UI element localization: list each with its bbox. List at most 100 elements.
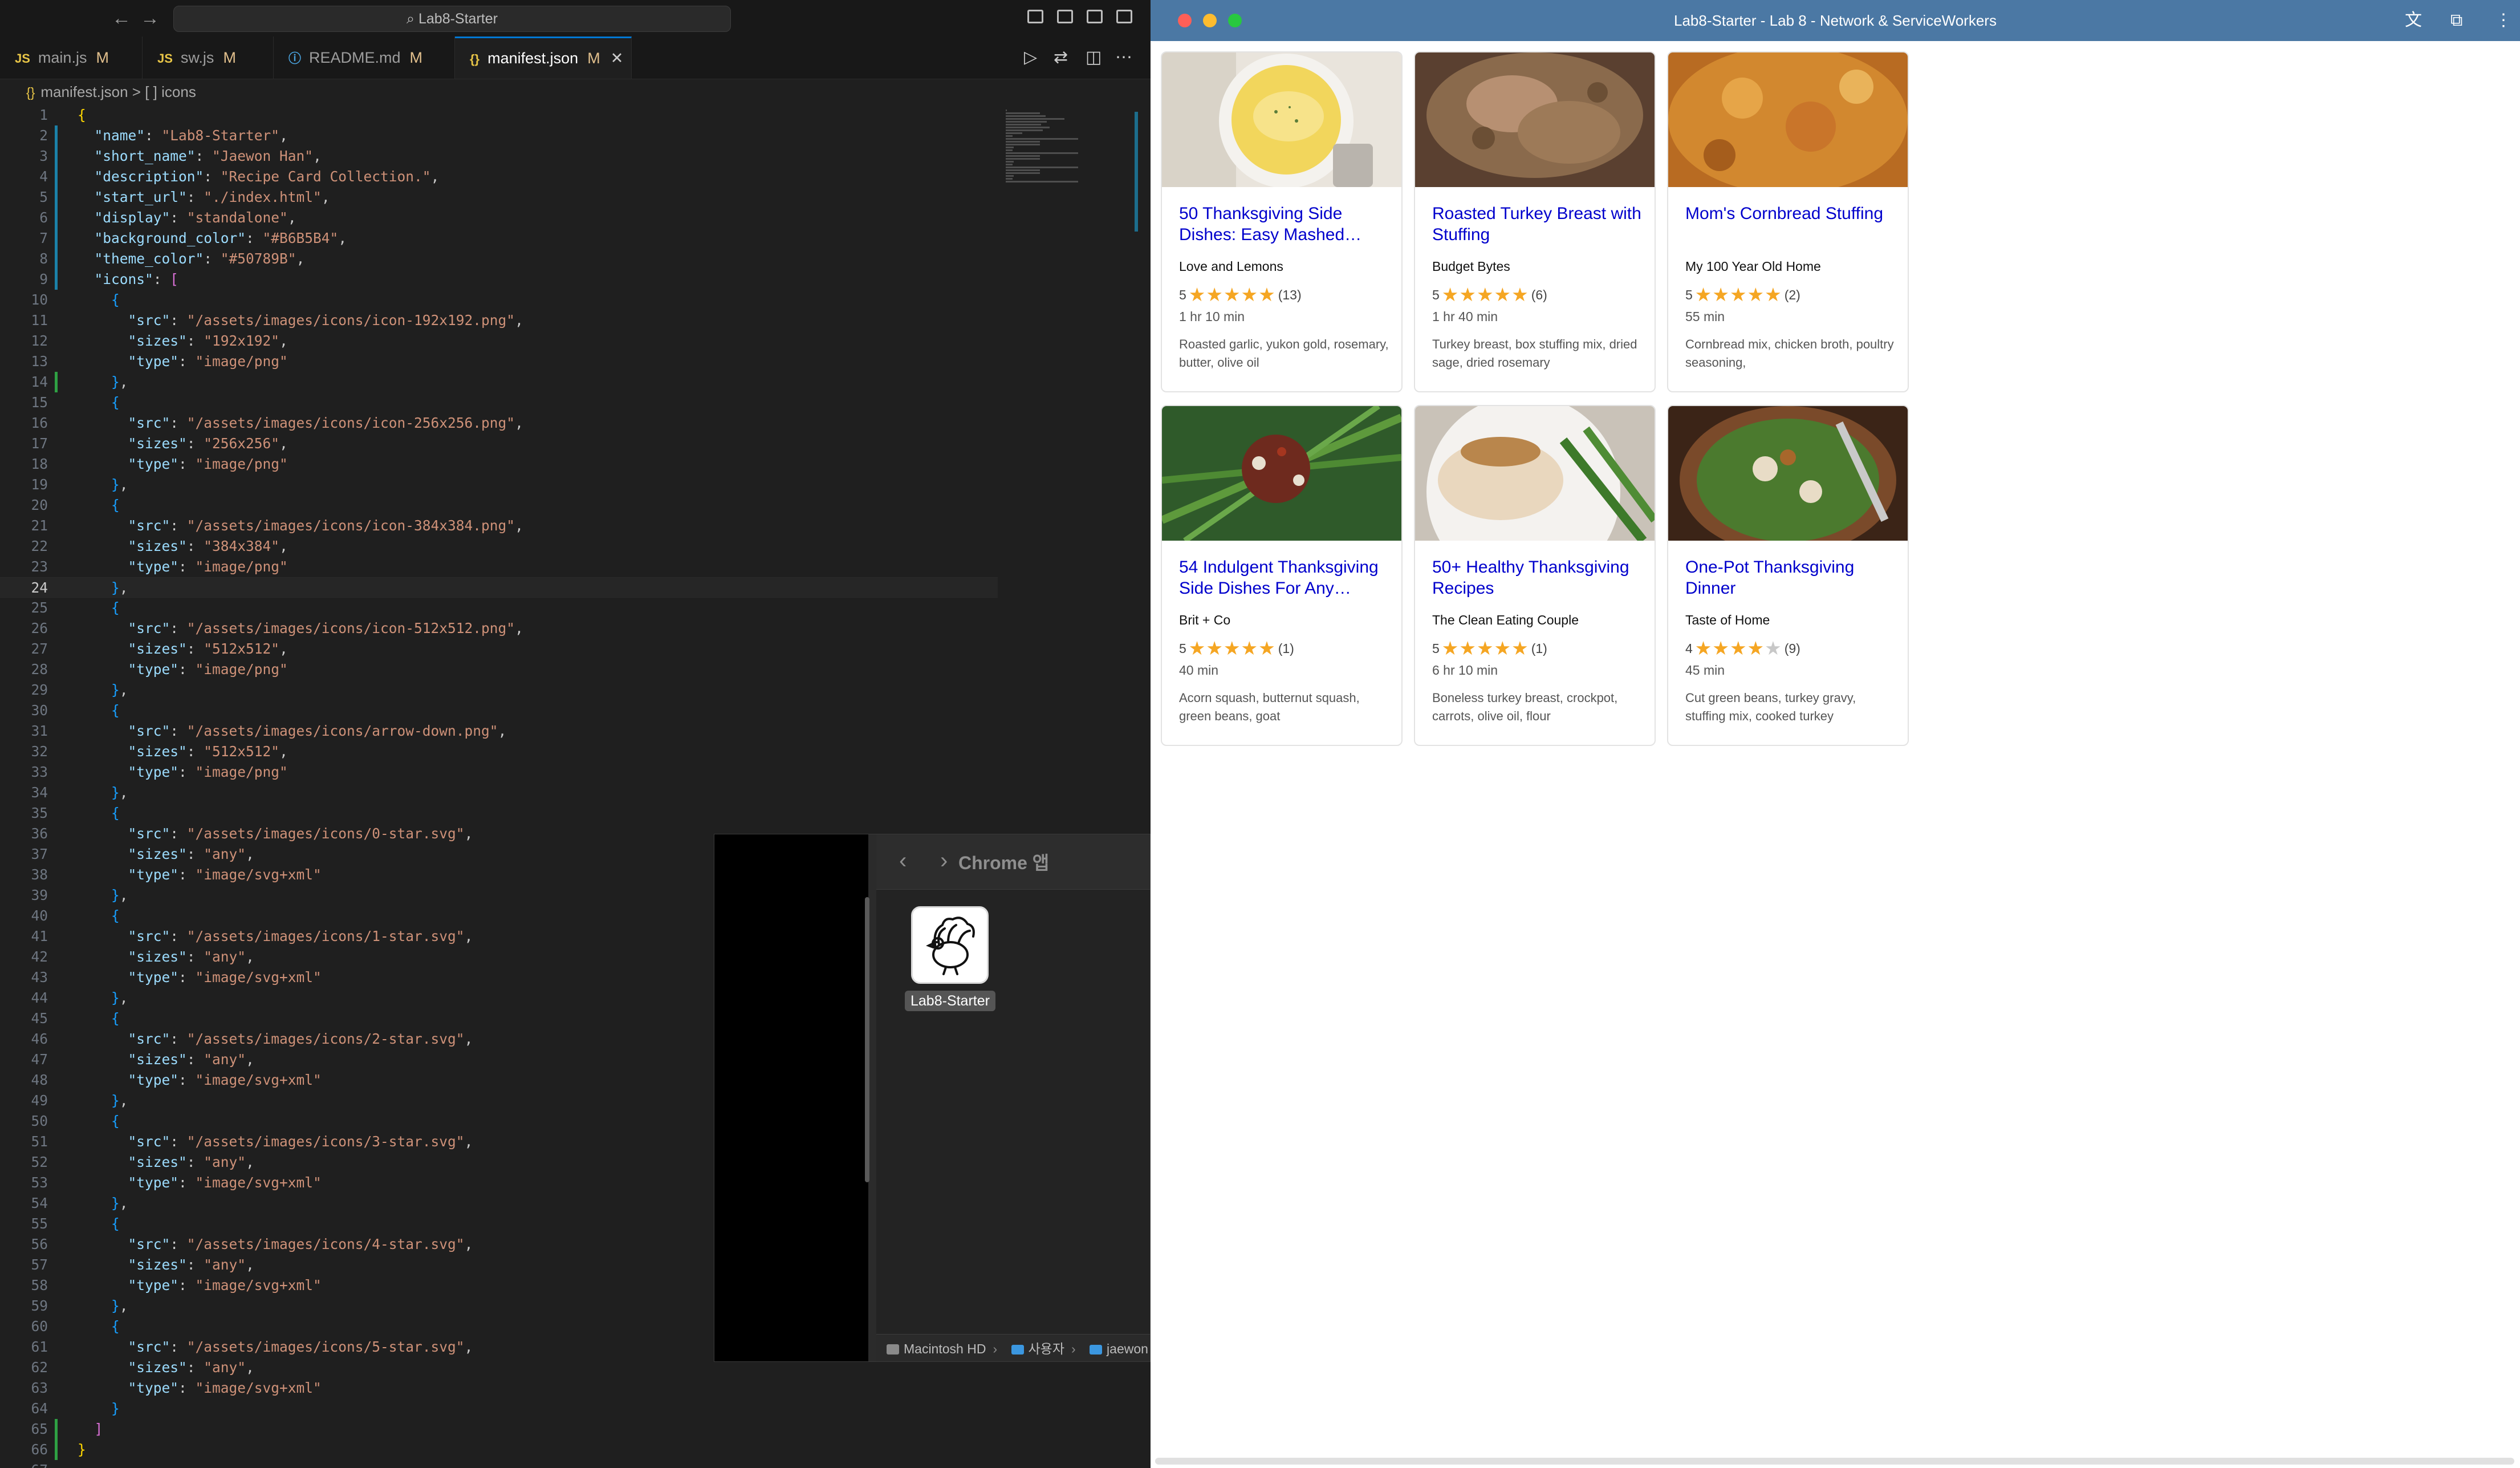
code-line[interactable]: 22 "sizes": "384x384", [0, 536, 998, 557]
recipe-card[interactable]: 50 Thanksgiving Side Dishes: Easy Mashed… [1161, 51, 1403, 392]
code-line[interactable]: 7 "background_color": "#B6B5B4", [0, 228, 998, 249]
code-line[interactable]: 33 "type": "image/png" [0, 762, 998, 782]
code-line[interactable]: 1{ [0, 105, 998, 125]
code-line[interactable]: 14 }, [0, 372, 998, 392]
back-arrow-icon[interactable]: ← [112, 6, 131, 31]
code-line[interactable]: 25 { [0, 598, 998, 618]
code-token: "description" [94, 168, 204, 185]
horizontal-scrollbar[interactable] [1155, 1458, 2514, 1465]
recipe-card[interactable]: One-Pot Thanksgiving Dinner Taste of Home… [1667, 405, 1909, 746]
forward-arrow-icon[interactable]: → [140, 6, 160, 31]
code-line[interactable]: 31 "src": "/assets/images/icons/arrow-do… [0, 721, 998, 741]
recipe-title-link[interactable]: Mom's Cornbread Stuffing [1685, 203, 1896, 224]
code-line[interactable]: 2 "name": "Lab8-Starter", [0, 125, 998, 146]
code-line[interactable]: 10 { [0, 290, 998, 310]
toggle-panel-icon[interactable] [1057, 10, 1073, 23]
recipe-card[interactable]: Mom's Cornbread Stuffing My 100 Year Old … [1667, 51, 1909, 392]
toggle-primary-sidebar-icon[interactable] [1027, 10, 1043, 23]
tab-sw-js[interactable]: JS sw.js M [143, 37, 274, 79]
code-line[interactable]: 16 "src": "/assets/images/icons/icon-256… [0, 413, 998, 433]
open-changes-icon[interactable]: ⇄ [1054, 48, 1068, 67]
tab-main-js[interactable]: JS main.js M [0, 37, 143, 79]
line-number: 50 [31, 1113, 48, 1129]
code-line[interactable]: 28 "type": "image/png" [0, 659, 998, 680]
recipe-title-link[interactable]: One-Pot Thanksgiving Dinner [1685, 557, 1896, 599]
code-line[interactable]: 29 }, [0, 680, 998, 700]
code-line[interactable]: 11 "src": "/assets/images/icons/icon-192… [0, 310, 998, 331]
code-line[interactable]: 34 }, [0, 782, 998, 803]
code-token: : [246, 230, 263, 246]
app-item-lab8-starter[interactable] [911, 906, 989, 984]
code-line[interactable]: 27 "sizes": "512x512", [0, 639, 998, 659]
path-item-disk[interactable]: Macintosh HD [887, 1341, 986, 1356]
breadcrumb-file[interactable]: manifest.json [40, 83, 128, 100]
code-line[interactable]: 12 "sizes": "192x192", [0, 331, 998, 351]
modified-indicator: M [96, 49, 109, 66]
path-item-home[interactable]: jaewon [1090, 1341, 1148, 1356]
translate-icon[interactable]: 文 [2405, 10, 2422, 31]
code-line[interactable]: 35 { [0, 803, 998, 824]
editor-scrollbar[interactable] [1135, 112, 1138, 232]
code-line[interactable]: 20 { [0, 495, 998, 516]
code-line[interactable]: 32 "sizes": "512x512", [0, 741, 998, 762]
back-chevron-icon[interactable]: ‹ [899, 848, 907, 873]
breadcrumb-node[interactable]: icons [161, 83, 196, 100]
close-window-button[interactable] [1178, 14, 1192, 27]
path-item-users[interactable]: 사용자 [1011, 1341, 1064, 1356]
run-icon[interactable]: ▷ [1024, 48, 1037, 67]
recipe-card[interactable]: 50+ Healthy Thanksgiving Recipes The Clea… [1414, 405, 1656, 746]
finder-sidebar-scrollbar[interactable] [865, 897, 869, 1182]
code-line[interactable]: 21 "src": "/assets/images/icons/icon-384… [0, 516, 998, 536]
code-line[interactable]: 67 [0, 1460, 998, 1468]
code-line[interactable]: 64 } [0, 1398, 998, 1419]
recipe-ingredients: Cut green beans, turkey gravy, stuffing … [1685, 691, 1856, 723]
menu-icon[interactable]: ⋮ [2495, 10, 2512, 31]
recipe-title-link[interactable]: Roasted Turkey Breast with Stuffing [1432, 203, 1643, 245]
code-text: }, [78, 475, 128, 495]
forward-chevron-icon[interactable]: › [940, 848, 948, 873]
code-line[interactable]: 3 "short_name": "Jaewon Han", [0, 146, 998, 167]
code-line[interactable]: 66} [0, 1439, 998, 1460]
code-line[interactable]: 63 "type": "image/svg+xml" [0, 1378, 998, 1398]
recipe-title-link[interactable]: 54 Indulgent Thanksgiving Side Dishes Fo… [1179, 557, 1390, 599]
code-token: , [515, 312, 523, 329]
code-line[interactable]: 24 }, [0, 577, 998, 598]
recipe-card[interactable]: 54 Indulgent Thanksgiving Side Dishes Fo… [1161, 405, 1403, 746]
tab-readme-md[interactable]: ⓘ README.md M [274, 37, 455, 79]
code-line[interactable]: 6 "display": "standalone", [0, 208, 998, 228]
code-line[interactable]: 15 { [0, 392, 998, 413]
code-line[interactable]: 26 "src": "/assets/images/icons/icon-512… [0, 618, 998, 639]
code-line[interactable]: 23 "type": "image/png" [0, 557, 998, 577]
code-line[interactable]: 18 "type": "image/png" [0, 454, 998, 475]
recipe-title-link[interactable]: 50+ Healthy Thanksgiving Recipes [1432, 557, 1643, 599]
recipe-time: 40 min [1179, 663, 1219, 678]
code-line[interactable]: 5 "start_url": "./index.html", [0, 187, 998, 208]
tab-manifest-json[interactable]: {} manifest.json M ✕ [455, 37, 632, 79]
code-line[interactable]: 9 "icons": [ [0, 269, 998, 290]
zoom-window-button[interactable] [1228, 14, 1242, 27]
toggle-secondary-sidebar-icon[interactable] [1087, 10, 1103, 23]
code-line[interactable]: 8 "theme_color": "#50789B", [0, 249, 998, 269]
recipe-card[interactable]: Roasted Turkey Breast with Stuffing Budge… [1414, 51, 1656, 392]
command-center-search[interactable]: ⌕ Lab8-Starter [173, 6, 731, 32]
minimap[interactable] [1000, 105, 1120, 253]
more-actions-icon[interactable]: ⋯ [1115, 48, 1132, 67]
close-icon[interactable]: ✕ [611, 50, 624, 67]
extensions-icon[interactable]: ⧉ [2450, 10, 2462, 31]
line-number: 20 [31, 497, 48, 513]
recipe-title-link[interactable]: 50 Thanksgiving Side Dishes: Easy Mashed… [1179, 203, 1390, 245]
breadcrumb: {} manifest.json > [ ] icons [0, 79, 1151, 105]
code-line[interactable]: 4 "description": "Recipe Card Collection… [0, 167, 998, 187]
code-line[interactable]: 19 }, [0, 475, 998, 495]
code-line[interactable]: 17 "sizes": "256x256", [0, 433, 998, 454]
customize-layout-icon[interactable] [1116, 10, 1132, 23]
code-line[interactable]: 13 "type": "image/png" [0, 351, 998, 372]
code-token: { [111, 1113, 120, 1129]
code-token: , [498, 723, 507, 739]
code-line[interactable]: 65 ] [0, 1419, 998, 1439]
minimize-window-button[interactable] [1203, 14, 1217, 27]
split-editor-icon[interactable]: ◫ [1086, 48, 1102, 67]
code-line[interactable]: 30 { [0, 700, 998, 721]
